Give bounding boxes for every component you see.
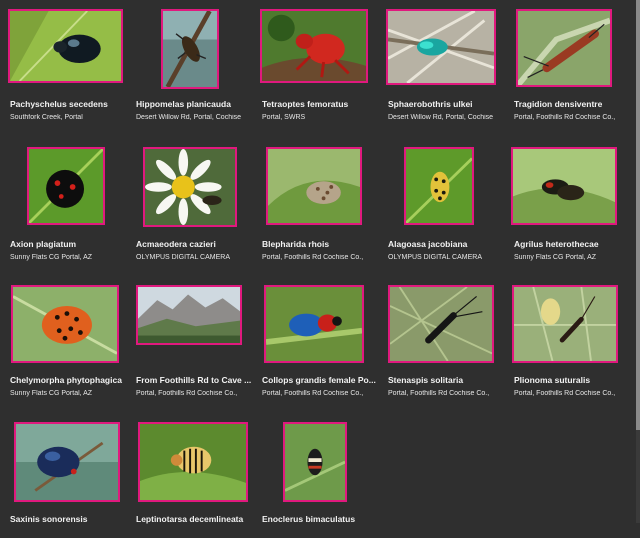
gallery-item-agrilus[interactable]: Agrilus heterothecae Sunny Flats CG Port… xyxy=(504,138,628,262)
gallery-item-foothills[interactable]: From Foothills Rd to Cave ... Portal, Fo… xyxy=(126,276,252,400)
gallery-item-plionoma[interactable]: Plionoma suturalis Portal, Foothills Rd … xyxy=(504,276,628,400)
photo-title[interactable]: Plionoma suturalis xyxy=(514,375,630,385)
photo-title[interactable]: Tragidion densiventre xyxy=(514,99,630,109)
photo-title[interactable]: Stenaspis solitaria xyxy=(388,375,504,385)
photo-thumbnail[interactable] xyxy=(283,422,347,502)
photo-location: Sunny Flats CG Portal, AZ xyxy=(10,254,93,261)
photo-thumbnail[interactable] xyxy=(8,9,123,83)
photo-location: Sunny Flats CG Portal, AZ xyxy=(514,254,597,261)
photo-title[interactable]: From Foothills Rd to Cave ... xyxy=(136,375,252,385)
photo-location: Portal, Foothills Rd Cochise Co., xyxy=(262,390,364,397)
photo-location: Portal, Foothills Rd Cochise Co., xyxy=(514,390,616,397)
photo-thumbnail[interactable] xyxy=(388,285,494,363)
photo-thumbnail[interactable] xyxy=(512,285,618,363)
gallery-item-pachyschelus[interactable]: Pachyschelus secedens Southfork Creek, P… xyxy=(0,0,124,124)
gallery-item-enoclerus[interactable]: Enoclerus bimaculatus xyxy=(252,414,376,538)
gallery-item-tragidion[interactable]: Tragidion densiventre Portal, Foothills … xyxy=(504,0,628,124)
gallery-item-alagoasa[interactable]: Alagoasa jacobiana OLYMPUS DIGITAL CAMER… xyxy=(378,138,502,262)
photo-title[interactable]: Collops grandis female Po... xyxy=(262,375,378,385)
photo-location: Portal, SWRS xyxy=(262,114,306,121)
photo-title[interactable]: Agrilus heterothecae xyxy=(514,239,630,249)
photo-title[interactable]: Chelymorpha phytophagica xyxy=(10,375,126,385)
gallery-item-sphaerobothris[interactable]: Sphaerobothris ulkei Desert Willow Rd, P… xyxy=(378,0,502,124)
photo-title[interactable]: Sphaerobothris ulkei xyxy=(388,99,504,109)
photo-location: OLYMPUS DIGITAL CAMERA xyxy=(136,254,230,261)
photo-title[interactable]: Axion plagiatum xyxy=(10,239,126,249)
gallery-item-tetraoptes[interactable]: Tetraoptes femoratus Portal, SWRS xyxy=(252,0,376,124)
photo-location: Desert Willow Rd, Portal, Cochise xyxy=(136,114,242,121)
photo-location: Portal, Foothills Rd Cochise Co., xyxy=(514,114,616,121)
photo-thumbnail[interactable] xyxy=(511,147,617,225)
photo-thumbnail[interactable] xyxy=(266,147,362,225)
gallery-item-stenaspis[interactable]: Stenaspis solitaria Portal, Foothills Rd… xyxy=(378,276,502,400)
photo-thumbnail[interactable] xyxy=(161,9,219,89)
gallery-item-acmaeodera[interactable]: Acmaeodera cazieri OLYMPUS DIGITAL CAMER… xyxy=(126,138,250,262)
photo-location: Sunny Flats CG Portal, AZ xyxy=(10,390,93,397)
scrollbar-thumb[interactable] xyxy=(636,0,640,430)
gallery-item-chelymorpha[interactable]: Chelymorpha phytophagica Sunny Flats CG … xyxy=(0,276,124,400)
photo-thumbnail[interactable] xyxy=(27,147,105,225)
photo-location: Portal, Foothills Rd Cochise Co., xyxy=(388,390,490,397)
photo-gallery: Pachyschelus secedens Southfork Creek, P… xyxy=(0,0,636,524)
photo-thumbnail[interactable] xyxy=(136,285,242,345)
gallery-item-blepharida[interactable]: Blepharida rhois Portal, Foothills Rd Co… xyxy=(252,138,376,262)
gallery-item-saxinis[interactable]: Saxinis sonorensis xyxy=(0,414,124,538)
photo-thumbnail[interactable] xyxy=(138,422,248,502)
photo-thumbnail[interactable] xyxy=(11,285,119,363)
photo-thumbnail[interactable] xyxy=(404,147,474,225)
photo-location: Desert Willow Rd, Portal, Cochise xyxy=(388,114,494,121)
photo-thumbnail[interactable] xyxy=(264,285,364,363)
gallery-item-hippomelas[interactable]: Hippomelas planicauda Desert Willow Rd, … xyxy=(126,0,250,124)
photo-title[interactable]: Hippomelas planicauda xyxy=(136,99,252,109)
photo-thumbnail[interactable] xyxy=(516,9,612,87)
photo-location: Southfork Creek, Portal xyxy=(10,114,83,121)
photo-thumbnail[interactable] xyxy=(143,147,237,227)
photo-thumbnail[interactable] xyxy=(14,422,120,502)
photo-location: OLYMPUS DIGITAL CAMERA xyxy=(388,254,482,261)
photo-title[interactable]: Pachyschelus secedens xyxy=(10,99,126,109)
photo-location: Portal, Foothills Rd Cochise Co., xyxy=(262,254,364,261)
photo-location: Portal, Foothills Rd Cochise Co., xyxy=(136,390,238,397)
photo-thumbnail[interactable] xyxy=(386,9,496,85)
photo-title[interactable]: Tetraoptes femoratus xyxy=(262,99,378,109)
photo-thumbnail[interactable] xyxy=(260,9,368,83)
gallery-item-axion[interactable]: Axion plagiatum Sunny Flats CG Portal, A… xyxy=(0,138,124,262)
gallery-item-collops[interactable]: Collops grandis female Po... Portal, Foo… xyxy=(252,276,376,400)
photo-title[interactable]: Acmaeodera cazieri xyxy=(136,239,252,249)
photo-title[interactable]: Blepharida rhois xyxy=(262,239,378,249)
photo-title[interactable]: Alagoasa jacobiana xyxy=(388,239,504,249)
gallery-item-leptinotarsa[interactable]: Leptinotarsa decemlineata xyxy=(126,414,250,538)
